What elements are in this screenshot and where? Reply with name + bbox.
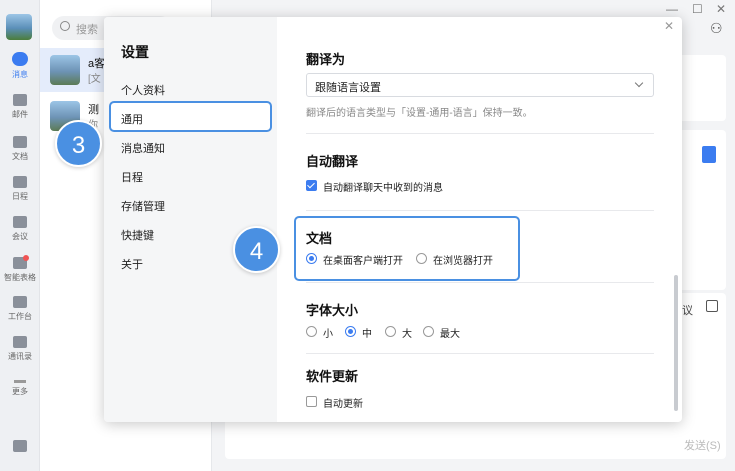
nav-item-shortcuts[interactable]: 快捷键 bbox=[121, 227, 154, 243]
divider bbox=[306, 282, 654, 283]
rail-item-mail[interactable]: 邮件 bbox=[0, 94, 40, 120]
section-heading: 软件更新 bbox=[306, 369, 359, 384]
font-size-medium-radio[interactable] bbox=[345, 326, 356, 337]
calendar-icon bbox=[13, 176, 27, 188]
maximize-icon[interactable]: ☐ bbox=[692, 2, 703, 16]
window-close-icon[interactable]: ✕ bbox=[716, 2, 726, 16]
mail-icon bbox=[13, 94, 27, 106]
radio-label: 最大 bbox=[440, 329, 460, 340]
video-icon bbox=[13, 216, 27, 228]
nav-item-notifications[interactable]: 消息通知 bbox=[121, 140, 165, 156]
rail-item-meeting[interactable]: 会议 bbox=[0, 216, 40, 242]
checkbox-label: 自动更新 bbox=[323, 399, 363, 410]
chat-avatar bbox=[50, 55, 80, 85]
send-button[interactable]: 发送(S) bbox=[684, 437, 721, 453]
rail-item-docs[interactable]: 文档 bbox=[0, 136, 40, 162]
radio-label: 大 bbox=[402, 329, 412, 340]
translate-language-select[interactable]: 跟随语言设置 bbox=[306, 73, 654, 97]
rail-item-messages[interactable]: 消息 bbox=[0, 52, 40, 80]
translate-hint: 翻译后的语言类型与「设置-通用-语言」保持一致。 bbox=[306, 108, 533, 119]
checkbox-label: 自动翻译聊天中收到的消息 bbox=[323, 183, 443, 194]
section-heading: 字体大小 bbox=[306, 303, 359, 318]
dialog-title: 设置 bbox=[121, 44, 149, 60]
user-avatar[interactable] bbox=[6, 14, 32, 40]
nav-item-storage[interactable]: 存储管理 bbox=[121, 198, 165, 214]
stats-icon[interactable] bbox=[13, 440, 27, 452]
nav-item-about[interactable]: 关于 bbox=[121, 256, 143, 272]
rail-item-workbench[interactable]: 工作台 bbox=[0, 296, 40, 322]
step-badge: 3 bbox=[55, 120, 102, 167]
doc-file-icon[interactable] bbox=[702, 146, 716, 163]
grid-icon bbox=[13, 296, 27, 308]
rail-item-smart-sheet[interactable]: 智能表格 bbox=[0, 255, 40, 283]
radio-label: 中 bbox=[362, 329, 372, 340]
font-size-large-radio[interactable] bbox=[385, 326, 396, 337]
font-size-small-radio[interactable] bbox=[306, 326, 317, 337]
org-chart-icon bbox=[13, 336, 27, 348]
documents-highlight bbox=[294, 216, 520, 281]
rail-item-calendar[interactable]: 日程 bbox=[0, 176, 40, 202]
notification-dot bbox=[23, 255, 29, 261]
section-heading: 自动翻译 bbox=[306, 154, 359, 169]
panel-icon[interactable] bbox=[706, 300, 718, 312]
document-icon bbox=[13, 136, 27, 148]
app-rail: 消息 邮件 文档 日程 会议 智能表格 工作台 通讯录 更多 bbox=[0, 0, 40, 471]
nav-item-calendar[interactable]: 日程 bbox=[121, 169, 143, 185]
auto-translate-checkbox[interactable] bbox=[306, 180, 317, 191]
step-badge: 4 bbox=[233, 226, 280, 273]
auto-update-checkbox[interactable] bbox=[306, 396, 317, 407]
chevron-down-icon bbox=[634, 78, 644, 88]
nav-item-profile[interactable]: 个人资料 bbox=[121, 82, 165, 98]
radio-label: 小 bbox=[323, 329, 333, 340]
rail-item-contacts[interactable]: 通讯录 bbox=[0, 336, 40, 362]
toolbar-label: 议 bbox=[682, 305, 693, 317]
add-user-icon[interactable]: ⚇ bbox=[710, 20, 723, 37]
divider bbox=[306, 210, 654, 211]
minimize-icon[interactable]: — bbox=[666, 2, 678, 16]
search-icon bbox=[60, 21, 70, 31]
divider bbox=[306, 133, 654, 134]
rail-item-more[interactable]: 更多 bbox=[0, 380, 40, 397]
scrollbar[interactable] bbox=[674, 275, 678, 411]
more-dots-icon bbox=[14, 380, 26, 383]
divider bbox=[306, 353, 654, 354]
chat-bubble-icon bbox=[12, 52, 28, 66]
nav-item-general[interactable]: 通用 bbox=[121, 111, 143, 127]
settings-nav: 设置 个人资料 通用 消息通知 日程 存储管理 快捷键 关于 bbox=[104, 17, 277, 422]
section-heading: 翻译为 bbox=[306, 52, 346, 67]
settings-dialog: 设置 个人资料 通用 消息通知 日程 存储管理 快捷键 关于 ✕ 翻译为 跟随语… bbox=[104, 17, 682, 422]
font-size-largest-radio[interactable] bbox=[423, 326, 434, 337]
